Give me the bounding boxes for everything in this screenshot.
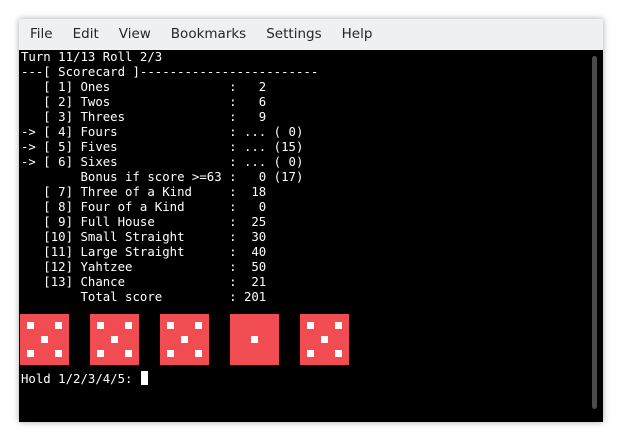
die-pip	[125, 322, 132, 329]
die-pip	[55, 322, 62, 329]
scorecard-header: ---[ Scorecard ]------------------------	[21, 65, 319, 79]
score-row-threes: [ 3] Threes : 9	[21, 110, 267, 124]
score-row-ones: [ 1] Ones : 2	[21, 80, 267, 94]
menu-bar: File Edit View Bookmarks Settings Help	[19, 19, 603, 50]
die-pip	[167, 350, 174, 357]
die-5	[300, 314, 349, 365]
terminal-window: File Edit View Bookmarks Settings Help T…	[19, 19, 603, 422]
die-pip	[55, 350, 62, 357]
score-row-large-straight: [11] Large Straight : 40	[21, 245, 267, 259]
score-row-fives: -> [ 5] Fives : ... (15)	[21, 140, 304, 154]
score-row-sixes: -> [ 6] Sixes : ... ( 0)	[21, 155, 304, 169]
menu-settings[interactable]: Settings	[256, 19, 331, 50]
die-2	[90, 314, 139, 365]
score-row-small-straight: [10] Small Straight : 30	[21, 230, 267, 244]
score-row-fours: -> [ 4] Fours : ... ( 0)	[21, 125, 304, 139]
hold-prompt: Hold 1/2/3/4/5:	[21, 372, 140, 386]
die-pip	[125, 350, 132, 357]
die-pip	[27, 350, 34, 357]
menu-edit[interactable]: Edit	[63, 19, 109, 50]
die-pip	[167, 322, 174, 329]
menu-help[interactable]: Help	[332, 19, 383, 50]
die-pip	[251, 336, 258, 343]
die-pip	[195, 322, 202, 329]
score-row-yahtzee: [12] Yahtzee : 50	[21, 260, 267, 274]
menu-file[interactable]: File	[19, 19, 63, 50]
die-pip	[41, 336, 48, 343]
die-pip	[27, 322, 34, 329]
die-pip	[307, 350, 314, 357]
turn-status-line: Turn 11/13 Roll 2/3	[21, 50, 163, 64]
die-pip	[195, 350, 202, 357]
hold-prompt-line[interactable]: Hold 1/2/3/4/5:	[21, 371, 148, 386]
score-row-bonus: Bonus if score >=63 : 0 (17)	[21, 170, 304, 184]
score-row-full-house: [ 9] Full House : 25	[21, 215, 267, 229]
score-row-total: Total score : 201	[21, 290, 267, 304]
die-pip	[111, 336, 118, 343]
score-row-three-of-a-kind: [ 7] Three of a Kind : 18	[21, 185, 267, 199]
text-cursor	[140, 371, 148, 385]
die-1	[20, 314, 69, 365]
score-row-chance: [13] Chance : 21	[21, 275, 267, 289]
die-pip	[97, 350, 104, 357]
die-pip	[335, 350, 342, 357]
die-pip	[307, 322, 314, 329]
score-row-twos: [ 2] Twos : 6	[21, 95, 267, 109]
die-pip	[335, 322, 342, 329]
die-pip	[321, 336, 328, 343]
die-3	[160, 314, 209, 365]
die-4	[230, 314, 279, 365]
menu-view[interactable]: View	[109, 19, 161, 50]
die-pip	[97, 322, 104, 329]
die-pip	[181, 336, 188, 343]
score-row-four-of-a-kind: [ 8] Four of a Kind : 0	[21, 200, 267, 214]
terminal-area[interactable]: Turn 11/13 Roll 2/3 ---[ Scorecard ]----…	[19, 50, 603, 422]
menu-bookmarks[interactable]: Bookmarks	[161, 19, 256, 50]
scrollbar[interactable]	[592, 56, 597, 409]
